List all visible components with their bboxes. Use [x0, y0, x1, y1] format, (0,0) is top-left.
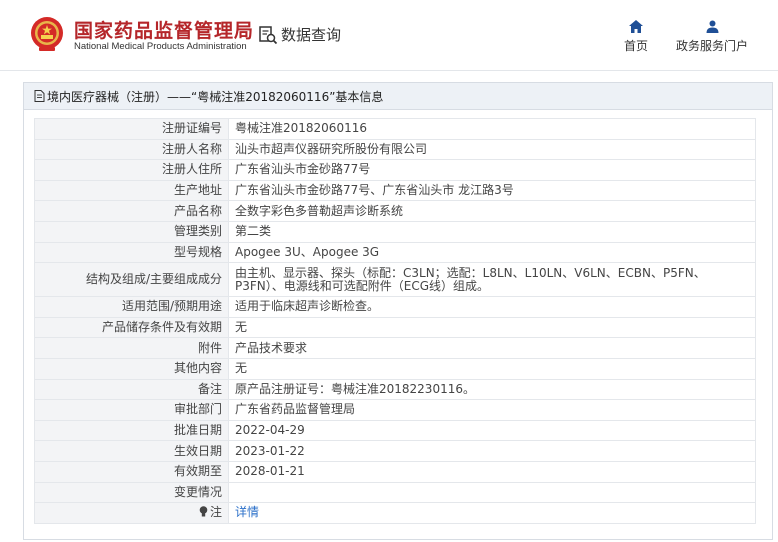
table-row: 审批部门 广东省药品监督管理局	[34, 399, 756, 421]
field-label: 注册人名称	[34, 138, 229, 161]
site-title[interactable]: 国家药品监督管理局	[74, 16, 254, 43]
table-row: 注册人名称 汕头市超声仪器研究所股份有限公司	[34, 138, 756, 161]
field-label: 适用范围/预期用途	[34, 296, 229, 318]
table-row: 产品储存条件及有效期无	[34, 316, 756, 339]
field-value: 2022-04-29	[228, 419, 756, 442]
table-row: 适用范围/预期用途 适用于临床超声诊断检查。	[34, 296, 756, 318]
field-label: 其他内容	[34, 357, 229, 380]
table-row: 其他内容无	[34, 357, 756, 380]
table-row: 注册人住所 广东省汕头市金砂路77号	[34, 159, 756, 181]
field-value: 2028-01-21	[228, 460, 756, 483]
table-row: 备注 原产品注册证号：粤械注准20182230116。	[34, 378, 756, 401]
detail-panel: 境内医疗器械（注册）——“粤械注准20182060116”基本信息 注册证编号粤…	[23, 82, 773, 540]
breadcrumb: 境内医疗器械（注册）——“粤械注准20182060116”基本信息	[24, 83, 772, 110]
site-header: 国家药品监督管理局 National Medical Products Admi…	[0, 0, 778, 71]
field-value: 全数字彩色多普勒超声诊断系统	[228, 200, 756, 222]
field-label: 产品储存条件及有效期	[34, 316, 229, 339]
table-row: 有效期至 2028-01-21	[34, 460, 756, 483]
note-label: 注	[209, 505, 222, 520]
field-label: 批准日期	[34, 419, 229, 442]
nav-home-label: 首页	[623, 39, 648, 53]
user-icon	[706, 20, 718, 33]
site-subtitle: National Medical Products Administration	[74, 41, 247, 52]
field-value: 广东省汕头市金砂路77号、广东省汕头市 龙江路3号	[228, 179, 756, 202]
field-label: 管理类别	[34, 220, 229, 243]
field-label: 结构及组成/主要组成成分	[34, 262, 229, 298]
info-table: 注册证编号 粤械注准20182060116 注册人名称 汕头市超声仪器研究所股份有限…	[34, 118, 756, 524]
details-link[interactable]: 详情	[235, 505, 259, 519]
table-row: 产品名称 全数字彩色多普勒超声诊断系统	[34, 200, 756, 222]
field-value: 无	[228, 316, 756, 339]
table-row: 型号规格 Apogee 3U、Apogee 3G	[34, 241, 756, 264]
field-value: 产品技术要求	[228, 337, 756, 359]
field-label: 型号规格	[34, 241, 229, 264]
lightbulb-icon	[199, 506, 208, 517]
field-label: 产品名称	[34, 200, 229, 222]
field-label: 注册人住所	[34, 159, 229, 181]
table-row: 注册证编号 粤械注准20182060116	[34, 118, 756, 140]
field-value: 粤械注准20182060116	[228, 118, 756, 140]
breadcrumb-text: 境内医疗器械（注册）——“粤械注准20182060116”基本信息	[47, 89, 384, 104]
field-label: 审批部门	[34, 399, 229, 421]
field-value: 广东省汕头市金砂路77号	[228, 159, 756, 181]
field-label: 有效期至	[34, 460, 229, 483]
table-row: 结构及组成/主要组成成分 由主机、显示器、探头（标配：C3LN；选配：L8LN、L…	[34, 262, 756, 298]
field-value: 汕头市超声仪器研究所股份有限公司	[228, 138, 756, 161]
table-row: 注 详情	[34, 502, 756, 524]
table-row: 批准日期 2022-04-29	[34, 419, 756, 442]
field-value: 适用于临床超声诊断检查。	[228, 296, 756, 318]
field-label: 注册证编号	[34, 118, 229, 140]
home-icon	[629, 20, 643, 33]
field-value	[228, 481, 756, 504]
field-value: 2023-01-22	[228, 440, 756, 462]
field-label: 生效日期	[34, 440, 229, 462]
note-label-cell: 注	[34, 502, 229, 524]
field-label: 附件	[34, 337, 229, 359]
field-value: Apogee 3U、Apogee 3G	[228, 241, 756, 264]
table-row: 生效日期 2023-01-22	[34, 440, 756, 462]
nav-service-portal[interactable]: 政务服务门户	[674, 20, 750, 54]
field-value: 第二类	[228, 220, 756, 243]
field-value: 原产品注册证号：粤械注准20182230116。	[228, 378, 756, 401]
nav-home[interactable]: 首页	[623, 20, 649, 54]
field-label: 备注	[34, 378, 229, 401]
table-row: 生产地址 广东省汕头市金砂路77号、广东省汕头市 龙江路3号	[34, 179, 756, 202]
table-row: 附件 产品技术要求	[34, 337, 756, 359]
nav-service-portal-label: 政务服务门户	[675, 39, 748, 53]
field-value: 由主机、显示器、探头（标配：C3LN；选配：L8LN、L10LN、V6LN、EC…	[228, 262, 756, 298]
field-value: 无	[228, 357, 756, 380]
search-document-icon	[259, 25, 278, 44]
field-value: 广东省药品监督管理局	[228, 399, 756, 421]
table-row: 管理类别 第二类	[34, 220, 756, 243]
field-label: 变更情况	[34, 481, 229, 504]
table-row: 变更情况	[34, 481, 756, 504]
note-value: 详情	[228, 502, 756, 524]
document-icon	[34, 90, 45, 102]
data-query-label: 数据查询	[281, 26, 342, 44]
field-label: 生产地址	[34, 179, 229, 202]
data-query-link[interactable]: 数据查询	[258, 24, 341, 45]
national-emblem-icon	[31, 17, 63, 51]
